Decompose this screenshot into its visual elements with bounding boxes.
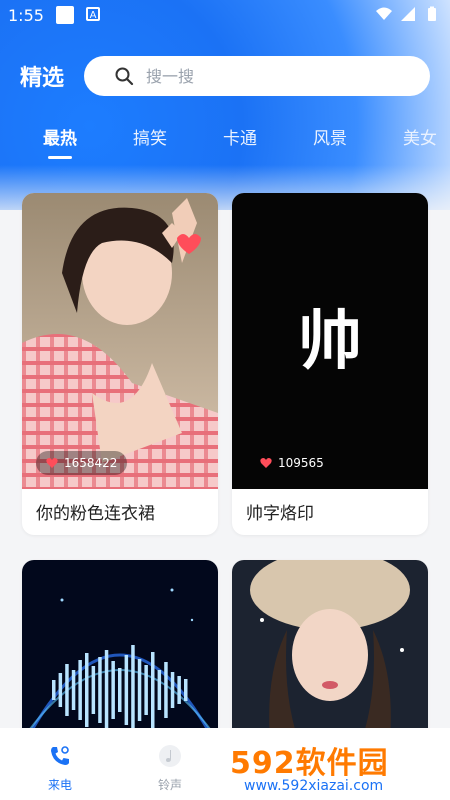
equalizer-bar [58,673,63,707]
ringtone-card[interactable]: 帅 109565 帅字烙印 [232,193,428,535]
nav-item-calls[interactable]: 来电 [30,738,90,792]
equalizer-bar [118,668,122,712]
watermark-title: 592软件园 [230,738,389,782]
watermark-logo: 592软件园 www.592xiazai.com [224,738,444,800]
equalizer-bar [78,660,82,720]
equalizer-bar [137,659,142,721]
equalizer-bar [52,680,56,700]
notification-square-icon [56,6,74,24]
equalizer-bar [164,662,168,718]
equalizer-bar [111,661,115,719]
tab-active-underline [48,156,72,159]
nav-item-ringtones[interactable]: 铃声 [140,738,200,792]
likes-count: 109565 [278,456,324,470]
equalizer-bar [104,650,109,730]
nav-label: 来电 [47,778,72,792]
status-bar: 1:55 A [0,0,450,32]
equalizer-bar [184,679,188,701]
nav-label: 铃声 [157,778,182,792]
search-bar[interactable] [84,56,430,96]
notification-a-icon: A [86,7,100,21]
heart-icon [46,458,58,468]
watermark-url: www.592xiazai.com [244,778,384,794]
search-icon [115,67,134,86]
equalizer-bar [65,664,69,716]
equalizer-bar [91,666,96,714]
ringtone-card[interactable]: 1658422 你的粉色连衣裙 [22,193,218,535]
card-title: 你的粉色连衣裙 [36,504,155,524]
tab-scenery[interactable]: 风景 [313,124,347,149]
equalizer-bar [144,665,148,715]
status-right-icons [376,6,440,22]
equalizer-bar [170,672,175,708]
equalizer-bar [131,645,135,735]
tab-funny[interactable]: 搞笑 [133,124,167,149]
equalizer-bar [151,652,155,728]
equalizer-bar [177,676,181,704]
status-time: 1:55 [8,6,44,25]
page-title: 精选 [20,66,65,91]
music-note-icon [159,745,181,767]
signal-icon [401,7,415,21]
heart-icon [260,458,272,468]
tab-hot[interactable]: 最热 [43,124,77,149]
tab-cartoon[interactable]: 卡通 [223,124,257,149]
equalizer-bar [157,670,162,710]
card-thumbnail-calligraphy: 帅 [232,193,428,489]
card-title: 帅字烙印 [246,504,314,524]
phone-icon [51,746,69,765]
wifi-icon [376,7,392,20]
search-input[interactable] [144,65,408,87]
tab-beauty[interactable]: 美女 [403,124,437,149]
battery-icon [428,6,436,21]
equalizer-bar [71,670,76,710]
equalizer-bar [85,653,89,727]
equalizer-bar [98,657,102,723]
likes-badge: 109565 [250,451,334,475]
card-thumbnail-girl-pink [22,193,218,489]
category-tabs: 最热 搞笑 卡通 风景 美女 [0,124,450,164]
likes-count: 1658422 [64,456,118,470]
watermark-text: 592软件园 [230,746,389,781]
equalizer-bar [124,655,129,725]
likes-badge: 1658422 [36,451,128,475]
thumbnail-calligraphy-text: 帅 [298,304,362,379]
